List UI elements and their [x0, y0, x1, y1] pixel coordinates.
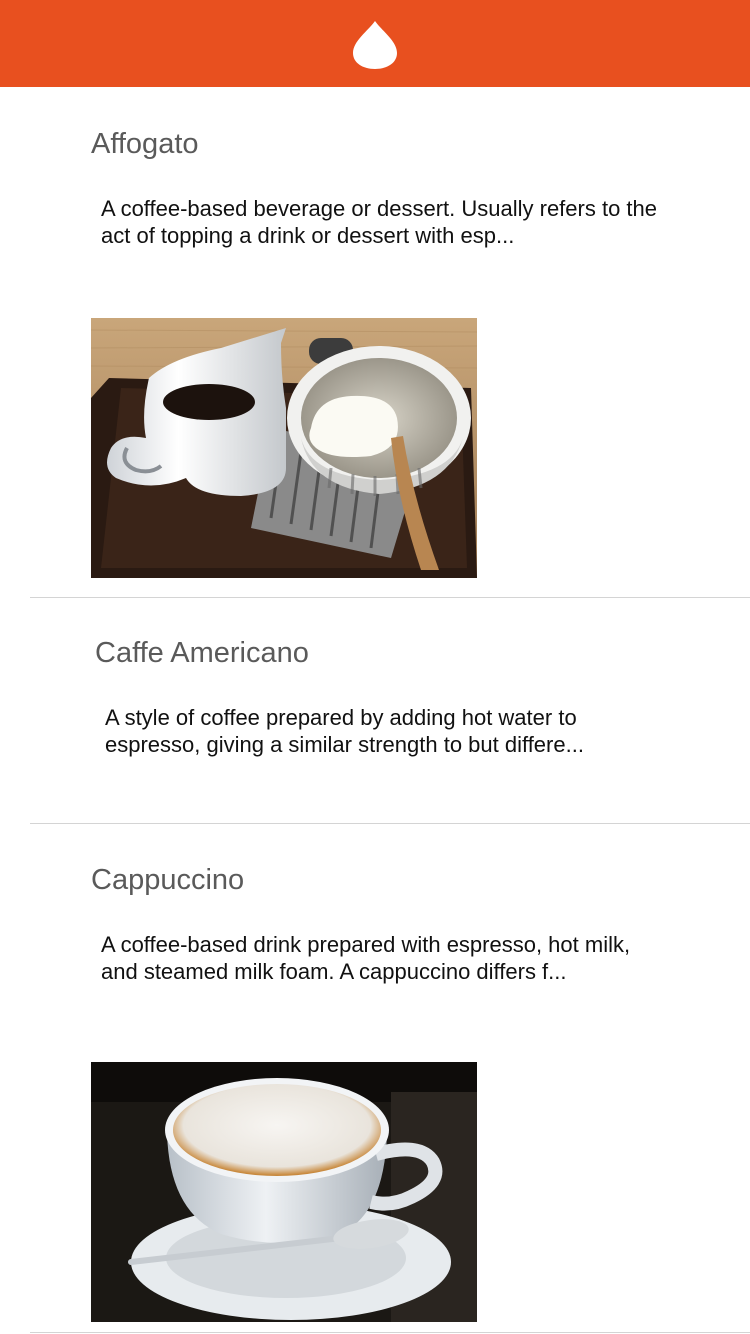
drop-icon — [353, 21, 397, 69]
item-title: Cappuccino — [91, 864, 245, 896]
nav-bar — [0, 0, 750, 87]
item-title: Caffe Americano — [95, 637, 309, 669]
item-description: A coffee-based beverage or dessert. Usua… — [101, 196, 658, 248]
cappuccino-photo — [91, 1062, 477, 1322]
item-description: A style of coffee prepared by adding hot… — [105, 705, 584, 757]
item-description: A coffee-based drink prepared with espre… — [101, 932, 631, 984]
list-item-caffe-americano[interactable]: Caffe Americano A style of coffee prepar… — [0, 598, 750, 824]
row-separator — [30, 1332, 750, 1333]
item-title: Affogato — [91, 128, 199, 160]
list-item-affogato[interactable]: Affogato A coffee-based beverage or dess… — [0, 87, 750, 598]
list-item-cappuccino[interactable]: Cappuccino A coffee-based drink prepared… — [0, 824, 750, 1333]
affogato-photo — [91, 318, 477, 578]
